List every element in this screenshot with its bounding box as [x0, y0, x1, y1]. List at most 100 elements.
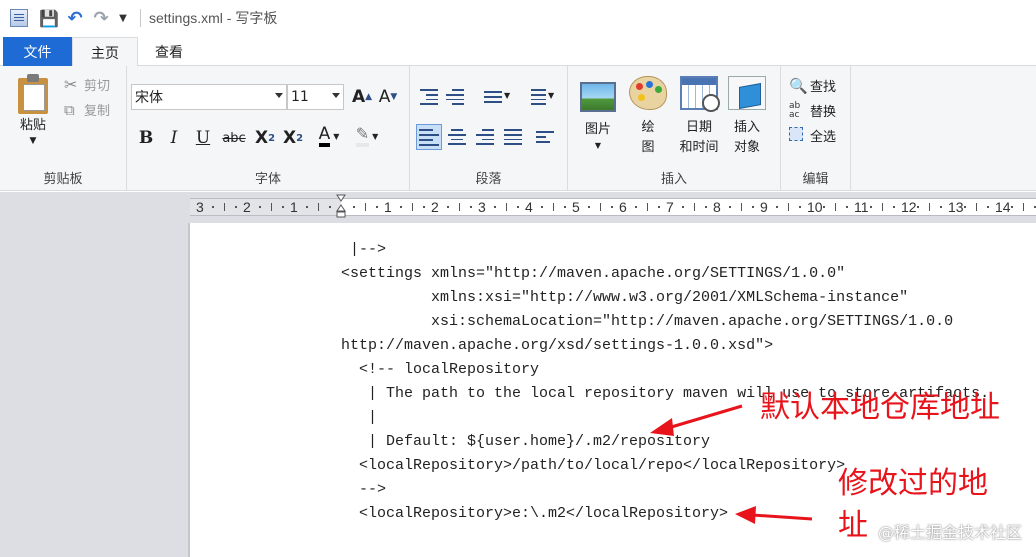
ruler-tick	[787, 203, 789, 211]
ruler-number: 3	[196, 199, 204, 215]
strikethrough-button[interactable]: abc	[219, 126, 249, 150]
paragraph-group-label: 段落	[475, 172, 502, 187]
ruler-tick	[975, 203, 977, 211]
paragraph-settings-icon[interactable]	[534, 126, 556, 148]
insert-picture-button[interactable]: 图片 ▼	[574, 78, 622, 152]
copy-button[interactable]: ⧉ 复制	[64, 100, 111, 120]
superscript-mark: 2	[296, 132, 304, 144]
ruler-tick	[1010, 206, 1013, 208]
ruler[interactable]: 3 2 1 1 2 3 4 5 6 7 8 9 10 11 12 13 14	[190, 192, 1036, 223]
document-line[interactable]: | Default: ${user.home}/.m2/repository	[341, 430, 989, 454]
highlight-button[interactable]: ✎ ▼	[349, 124, 385, 148]
picture-icon	[580, 82, 616, 112]
ruler-tick	[893, 206, 896, 208]
ruler-tick	[928, 203, 930, 211]
ruler-tick	[376, 206, 379, 208]
replace-button[interactable]: ab ac 替换	[789, 101, 836, 120]
insert-picture-label: 图片	[584, 122, 611, 137]
ruler-tick	[540, 206, 543, 208]
paragraph-group: ▼ ▼ 段落	[410, 66, 568, 191]
paste-button[interactable]: 粘贴 ▼	[10, 74, 56, 146]
ruler-number: 2	[431, 199, 439, 215]
left-margin-area	[0, 192, 190, 557]
document-line[interactable]: <settings xmlns="http://maven.apache.org…	[341, 262, 989, 286]
font-size-select[interactable]: 11	[287, 84, 344, 110]
shrink-font-button[interactable]: A ▼	[377, 85, 399, 109]
ruler-tick	[505, 203, 507, 211]
insert-object-button[interactable]: 插入 对象	[724, 76, 770, 158]
text-color-button[interactable]: A ▼	[313, 124, 345, 148]
decrease-indent-icon[interactable]	[418, 86, 440, 108]
copy-icon: ⧉	[64, 100, 75, 119]
justify-icon[interactable]	[502, 126, 524, 148]
copy-label: 复制	[84, 104, 111, 119]
ruler-tick	[517, 206, 520, 208]
ruler-number: 6	[619, 199, 627, 215]
paste-dropdown-icon[interactable]: ▼	[30, 136, 37, 146]
ruler-tick	[423, 206, 426, 208]
underline-button[interactable]: U	[191, 126, 215, 150]
chevron-down-icon[interactable]: ▼	[504, 91, 510, 100]
cut-button[interactable]: ✂ 剪切	[64, 75, 110, 94]
ruler-tick	[305, 206, 308, 208]
title-separator	[140, 9, 141, 27]
ruler-tick	[270, 203, 272, 211]
subscript-button[interactable]: X2	[252, 126, 278, 150]
ruler-tick	[963, 206, 966, 208]
clipboard-group: 粘贴 ▼ ✂ 剪切 ⧉ 复制 剪贴板	[0, 66, 127, 191]
font-family-select[interactable]: 宋体	[131, 84, 287, 110]
document-line[interactable]: |-->	[341, 238, 989, 262]
paint-label-1: 绘	[641, 120, 655, 135]
select-all-button[interactable]: 全选	[789, 126, 836, 145]
save-icon[interactable]: 💾	[38, 7, 60, 29]
annotation-default-repo: 默认本地仓库地址	[760, 390, 1000, 425]
ruler-number: 8	[713, 199, 721, 215]
ruler-tick	[728, 206, 731, 208]
insert-datetime-button[interactable]: 日期 和时间	[672, 76, 726, 158]
align-center-icon[interactable]	[446, 126, 468, 148]
indent-marker-icon[interactable]	[336, 194, 346, 218]
ruler-tick	[1022, 203, 1024, 211]
bullet-list-icon[interactable]	[476, 86, 504, 108]
document-line[interactable]: http://maven.apache.org/xsd/settings-1.0…	[341, 334, 989, 358]
tab-file[interactable]: 文件	[3, 37, 72, 66]
paint-drawing-button[interactable]: 绘 图	[624, 76, 672, 158]
font-size-value: 11	[291, 89, 309, 105]
document-line[interactable]: xmlns:xsi="http://www.w3.org/2001/XMLSch…	[341, 286, 989, 310]
select-all-icon	[789, 126, 810, 145]
tab-view[interactable]: 查看	[138, 37, 200, 67]
font-family-value: 宋体	[135, 90, 163, 106]
find-button[interactable]: 🔍 查找	[789, 76, 836, 96]
line-spacing-icon[interactable]	[520, 86, 548, 108]
tab-home[interactable]: 主页	[72, 37, 138, 67]
ruler-tick	[282, 206, 285, 208]
ruler-tick	[329, 206, 332, 208]
ruler-tick	[822, 206, 825, 208]
ruler-number: 2	[243, 199, 251, 215]
chevron-down-icon: ▼	[594, 141, 602, 150]
replace-icon: ab ac	[789, 100, 801, 120]
ruler-tick	[705, 206, 708, 208]
redo-icon[interactable]: ↷	[90, 7, 112, 29]
document-line[interactable]: xsi:schemaLocation="http://maven.apache.…	[341, 310, 989, 334]
align-right-icon[interactable]	[474, 126, 496, 148]
palette-icon	[629, 76, 667, 110]
increase-indent-icon[interactable]	[444, 86, 466, 108]
bold-button[interactable]: B	[134, 126, 158, 150]
superscript-button[interactable]: X2	[280, 126, 306, 150]
ruler-tick	[916, 206, 919, 208]
ruler-tick	[693, 203, 695, 211]
undo-icon[interactable]: ↶	[64, 7, 86, 29]
italic-button[interactable]: I	[162, 126, 186, 150]
customize-quick-access-icon[interactable]: ▼	[116, 7, 130, 29]
object-cube-icon	[728, 76, 766, 110]
ruler-tick	[493, 206, 496, 208]
document-line[interactable]: <!-- localRepository	[341, 358, 989, 382]
ruler-tick	[658, 206, 661, 208]
grow-font-button[interactable]: A ▲	[351, 85, 373, 109]
align-left-icon[interactable]	[416, 124, 442, 150]
ruler-number: 10	[807, 199, 823, 215]
ruler-tick	[470, 206, 473, 208]
wordpad-app-icon[interactable]	[10, 9, 28, 27]
chevron-down-icon[interactable]: ▼	[548, 91, 554, 100]
